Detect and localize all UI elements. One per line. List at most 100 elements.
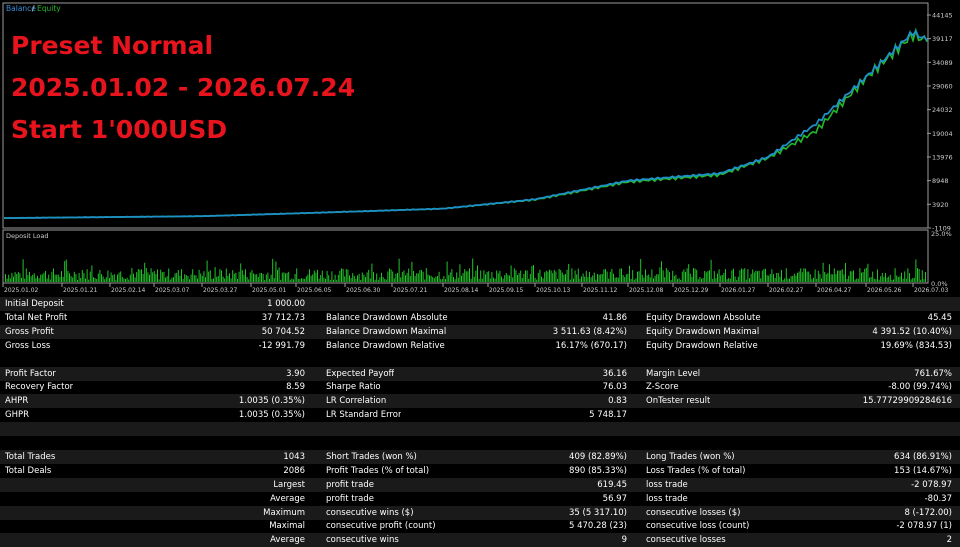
deposit-load-bar — [11, 272, 13, 282]
deposit-load-bar — [733, 268, 734, 282]
deposit-load-bar — [464, 269, 466, 282]
deposit-load-bar — [472, 258, 474, 282]
stats-row — [0, 436, 960, 450]
deposit-load-bar — [273, 278, 275, 282]
deposit-load-bar — [409, 276, 411, 282]
deposit-load-bar — [422, 271, 424, 282]
deposit-load-bar — [760, 278, 762, 282]
deposit-load-bar — [761, 270, 763, 282]
deposit-load-bar — [61, 271, 62, 282]
deposit-load-bar — [350, 278, 352, 282]
deposit-load-bar — [85, 278, 86, 282]
deposit-load-bar — [345, 269, 347, 282]
deposit-load-bar — [742, 269, 744, 282]
deposit-load-bar — [485, 274, 486, 282]
deposit-load-bar — [187, 276, 189, 282]
deposit-load-bar — [568, 263, 570, 282]
deposit-load-bar — [441, 278, 443, 282]
deposit-load-bar — [630, 278, 632, 282]
deposit-load-bar — [848, 275, 850, 282]
deposit-load-bar — [6, 278, 8, 282]
deposit-load-bar — [182, 279, 184, 282]
deposit-load-bar — [717, 273, 718, 282]
stat-value: 0.83 — [608, 396, 627, 407]
deposit-load-bar — [881, 272, 883, 282]
x-tick-label: 2026.05.26 — [867, 287, 902, 294]
deposit-load-bar — [358, 273, 360, 282]
deposit-load-bar — [102, 276, 104, 282]
stat-label: Gross Profit — [5, 326, 54, 337]
deposit-load-bar — [352, 273, 354, 282]
deposit-load-bar — [497, 273, 499, 283]
deposit-load-bar — [131, 268, 133, 282]
deposit-load-bar — [805, 268, 806, 282]
deposit-load-bar — [281, 272, 283, 282]
deposit-load-bar — [411, 261, 413, 282]
deposit-load-bar — [185, 275, 187, 282]
y-tick-label: 34089 — [932, 59, 953, 67]
deposit-load-bar — [558, 268, 560, 282]
x-tick-label: 2025.06.30 — [346, 287, 381, 294]
deposit-load-bar — [211, 279, 213, 282]
deposit-load-bar — [117, 274, 118, 282]
deposit-load-bar — [721, 275, 723, 282]
deposit-load-bar — [294, 274, 296, 282]
y-tick-label: 8948 — [932, 177, 949, 185]
deposit-load-bar — [462, 273, 464, 282]
deposit-load-bar — [603, 269, 605, 282]
deposit-load-bar — [701, 278, 702, 282]
deposit-load-bar — [379, 277, 381, 282]
deposit-load-bar — [523, 273, 525, 282]
deposit-load-bar — [421, 270, 422, 282]
deposit-load-bar — [289, 279, 291, 282]
deposit-load-bar — [549, 269, 550, 282]
deposit-load-bar — [477, 265, 478, 282]
deposit-load-bar — [512, 277, 514, 282]
deposit-load-bar — [325, 278, 326, 282]
deposit-load-bar — [307, 274, 309, 282]
deposit-load-bar — [277, 269, 278, 282]
stat-value: -2 078.97 — [911, 479, 952, 490]
stat-value: 37 712.73 — [261, 312, 305, 323]
deposit-load-bar — [622, 275, 624, 282]
deposit-load-bar — [62, 276, 64, 282]
stat-label: GHPR — [5, 410, 30, 421]
deposit-load-bar — [769, 274, 771, 282]
deposit-load-bar — [606, 271, 608, 282]
x-tick-label: 2025.05.01 — [252, 287, 287, 294]
deposit-load-bar — [768, 275, 770, 282]
deposit-load-bar — [267, 272, 269, 282]
deposit-load-bar — [870, 276, 872, 282]
deposit-load-bar — [502, 278, 504, 282]
deposit-load-bar — [168, 268, 170, 282]
deposit-load-bar — [683, 269, 685, 282]
deposit-load-bar — [542, 278, 544, 282]
deposit-load-bar — [150, 268, 152, 282]
deposit-load-bar — [817, 270, 819, 282]
deposit-load-bar — [440, 279, 442, 282]
deposit-load-bar — [40, 274, 42, 282]
deposit-load-bar — [686, 268, 688, 282]
x-tick-label: 2025.01.21 — [63, 287, 98, 294]
deposit-load-bar — [9, 278, 11, 282]
deposit-load-bar — [80, 278, 82, 282]
deposit-load-bar — [654, 275, 656, 282]
deposit-load-bar — [48, 274, 50, 282]
deposit-load-bar — [241, 270, 243, 282]
statistics-table: Initial Deposit 1 000.00 Total Net Profit 3… — [0, 297, 960, 547]
deposit-load-bar — [302, 278, 304, 282]
deposit-load-bar — [653, 278, 654, 282]
stats-row — [0, 422, 960, 437]
deposit-load-bar — [173, 277, 174, 282]
deposit-load-bar — [353, 275, 355, 282]
stats-row: Profit Factor 3.90 Expected Payoff 36.16 Mar… — [0, 366, 960, 381]
stats-row: Maximal consecutive profit (count) 5 470.2… — [0, 519, 960, 533]
deposit-load-bar — [291, 278, 293, 282]
deposit-load-bar — [637, 271, 638, 282]
deposit-load-bar — [470, 278, 472, 282]
stat-value: 41.86 — [602, 312, 627, 323]
deposit-load-bar — [755, 270, 757, 282]
deposit-load-bar — [798, 271, 800, 282]
deposit-load-bar — [13, 276, 14, 282]
deposit-load-bar — [832, 274, 834, 282]
